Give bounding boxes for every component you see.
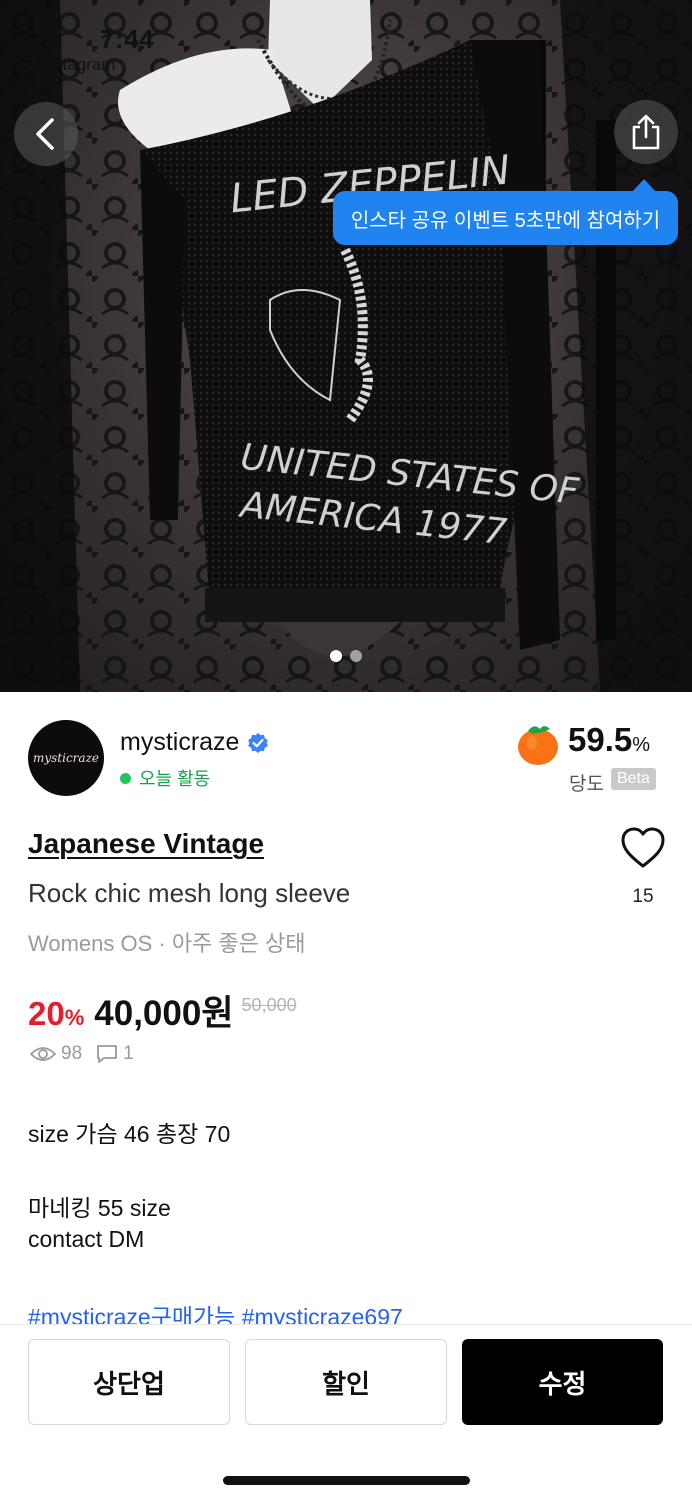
price-row: 20 % 40,000원 50,000 — [28, 985, 297, 1036]
online-dot-icon — [120, 772, 131, 784]
original-price: 50,000 — [241, 995, 297, 1015]
activity-label: 오늘 활동 — [139, 769, 211, 789]
home-indicator[interactable] — [223, 1476, 470, 1485]
engagement-stats: 98 1 — [30, 1043, 148, 1065]
like-button[interactable] — [620, 826, 666, 870]
back-button[interactable] — [14, 102, 78, 166]
seller-avatar[interactable]: mysticraze — [28, 720, 104, 796]
seller-name-row[interactable]: mysticraze — [120, 728, 269, 757]
product-title: Rock chic mesh long sleeve — [28, 878, 351, 908]
description-line: contact DM — [28, 1226, 145, 1252]
like-count: 15 — [632, 886, 654, 907]
share-icon — [632, 114, 660, 150]
pager-dot — [350, 650, 362, 662]
sweetness-value: 59.5 — [568, 721, 633, 758]
share-event-tooltip[interactable]: 인스타 공유 이벤트 5초만에 참여하기 — [333, 191, 678, 245]
description-line: 마네킹 55 size — [28, 1195, 171, 1221]
discount-button[interactable]: 할인 — [245, 1339, 447, 1425]
eye-icon — [30, 1047, 56, 1061]
seller-name: mysticraze — [120, 728, 240, 756]
persimmon-icon — [518, 726, 558, 765]
chat-bubble-icon — [97, 1045, 118, 1063]
pager-dot-active — [330, 650, 342, 662]
comments-count: 1 — [123, 1043, 134, 1064]
description-line: size 가슴 46 총장 70 — [28, 1121, 231, 1147]
sweetness-score: 59.5% — [568, 721, 650, 759]
discount-unit: % — [64, 1005, 85, 1030]
verified-badge-icon — [248, 732, 269, 753]
views-count: 98 — [61, 1043, 83, 1064]
discount-rate: 20 — [28, 995, 65, 1032]
status-bar-time: 7:44 — [100, 24, 155, 54]
sale-price: 40,000원 — [94, 994, 234, 1033]
back-to-instagram-link[interactable]: ◀ Instagram — [22, 55, 115, 75]
share-button[interactable] — [614, 100, 678, 164]
seller-activity-status: 오늘 활동 — [120, 765, 210, 791]
sweetness-unit: % — [632, 734, 651, 756]
edit-button[interactable]: 수정 — [462, 1339, 663, 1425]
heart-icon — [621, 827, 665, 868]
avatar-logo-text: mysticraze — [32, 751, 99, 765]
image-pager — [0, 650, 692, 662]
views-stat: 98 — [30, 1043, 82, 1065]
comments-stat: 1 — [96, 1043, 134, 1065]
beta-badge: Beta — [611, 768, 656, 790]
bump-up-button[interactable]: 상단업 — [28, 1339, 230, 1425]
brand-link[interactable]: Japanese Vintage — [28, 828, 264, 860]
product-photo-illustration: UNITED STATES OF AMERICA 1977 LED ZEPPEL… — [0, 0, 692, 692]
sweetness-label: 당도 — [569, 774, 604, 795]
chevron-left-icon — [36, 118, 54, 150]
product-size-condition: Womens OS · 아주 좋은 상태 — [28, 931, 306, 956]
product-image[interactable]: UNITED STATES OF AMERICA 1977 LED ZEPPEL… — [0, 0, 692, 692]
